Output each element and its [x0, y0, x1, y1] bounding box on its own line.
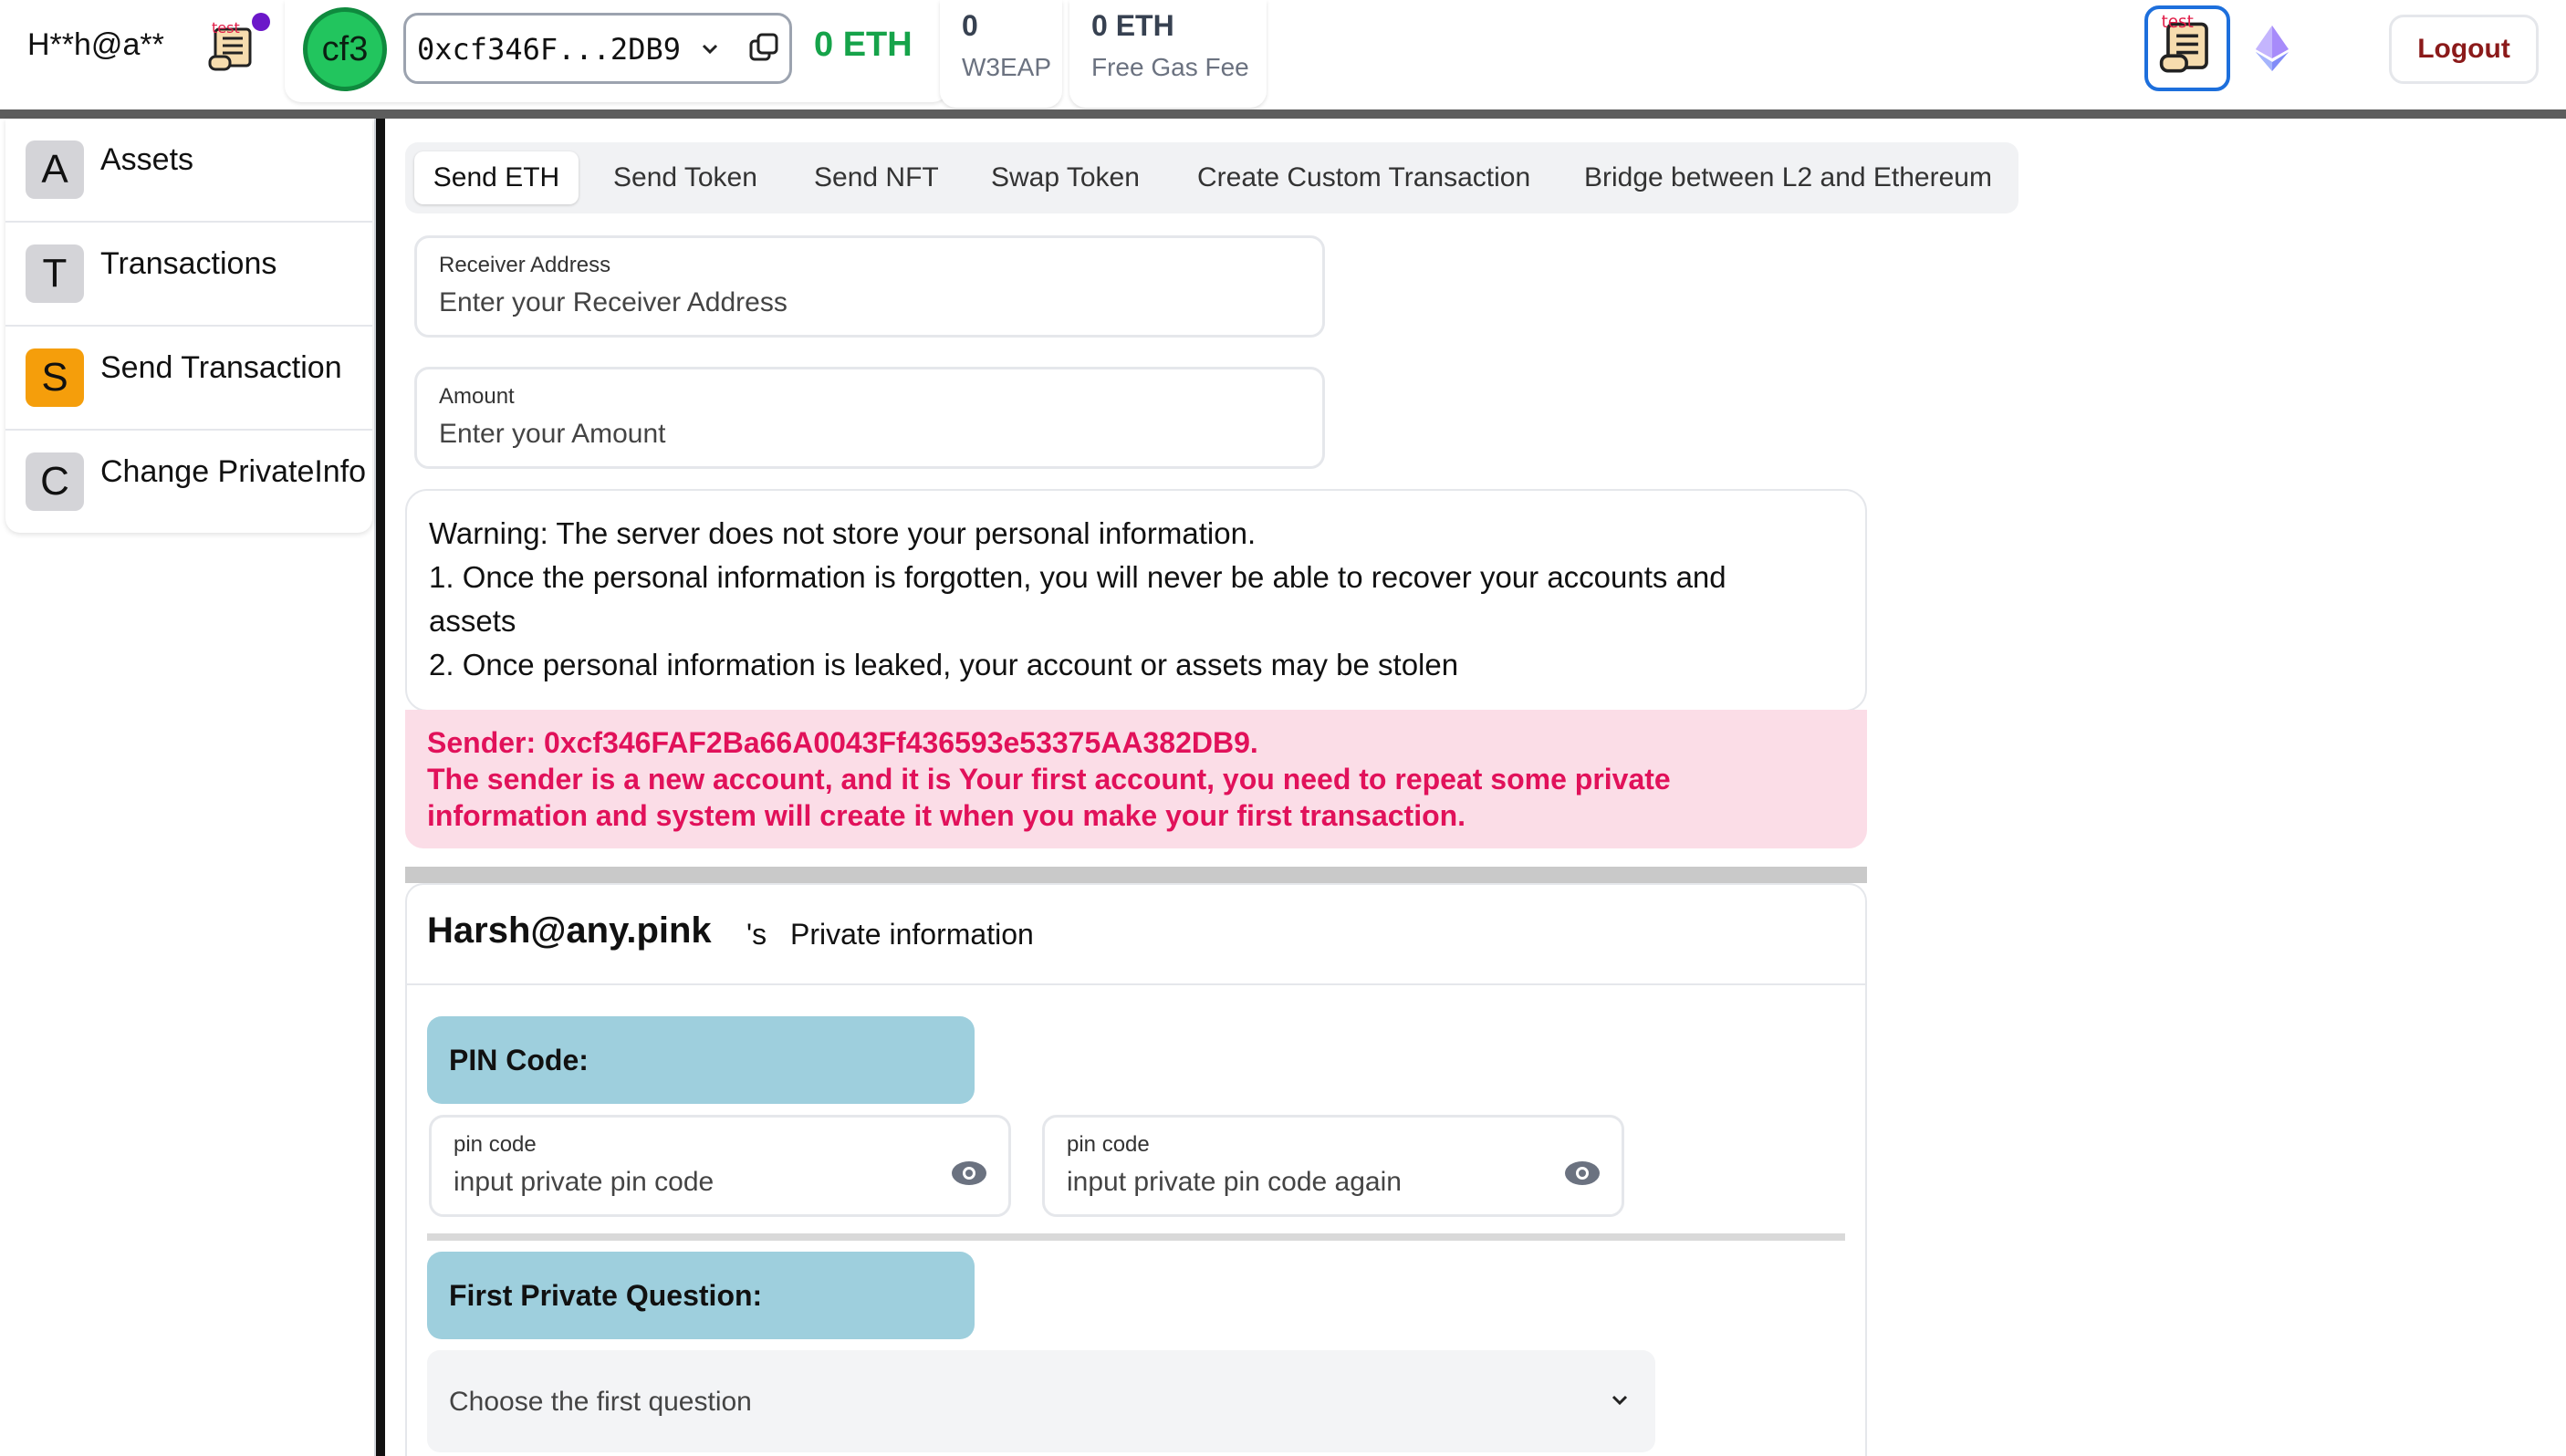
first-question-heading: First Private Question:: [449, 1279, 763, 1312]
sidebar-item-assets[interactable]: A Assets: [5, 119, 372, 223]
first-question-select[interactable]: Choose the first question: [427, 1350, 1655, 1452]
first-question-select-value: Choose the first question: [449, 1387, 752, 1417]
private-info-email: Harsh@any.pink: [427, 910, 712, 951]
transaction-tabs: Send ETH Send Token Send NFT Swap Token …: [405, 142, 2018, 213]
eye-icon[interactable]: [950, 1160, 988, 1187]
stat-value: 0: [962, 9, 978, 42]
pin-section-divider: [427, 1233, 1845, 1241]
warning-card: Warning: The server does not store your …: [405, 489, 1867, 712]
amount-field[interactable]: Amount Enter your Amount: [414, 367, 1325, 469]
stat-label: Free Gas Fee: [1091, 53, 1249, 81]
scroll-button[interactable]: test: [2144, 5, 2230, 91]
pin-code-label: pin code: [454, 1132, 537, 1157]
tab-send-eth[interactable]: Send ETH: [414, 151, 579, 204]
tab-bridge-l2-ethereum[interactable]: Bridge between L2 and Ethereum: [1584, 151, 1992, 204]
alert-line: The sender is a new account, and it is Y…: [427, 763, 1671, 796]
private-info-apostrophe: 's: [746, 918, 767, 951]
assets-letter-icon: A: [26, 140, 84, 199]
private-info-header: Harsh@any.pink 's Private information: [407, 885, 1865, 985]
receiver-address-input[interactable]: Enter your Receiver Address: [439, 287, 788, 318]
pin-code-input[interactable]: input private pin code: [454, 1167, 714, 1198]
account-avatar[interactable]: cf3: [303, 7, 387, 91]
warning-line: Warning: The server does not store your …: [429, 516, 1257, 550]
address-selector[interactable]: 0xcf346F...2DB9: [403, 13, 792, 84]
pin-code-field[interactable]: pin code input private pin code: [429, 1115, 1011, 1217]
pin-code-confirm-field[interactable]: pin code input private pin code again: [1042, 1115, 1624, 1217]
sidebar-item-label: Change PrivateInfo: [100, 454, 367, 489]
stat-label: W3EAP: [962, 53, 1052, 81]
private-info-title: Private information: [790, 918, 1034, 951]
warning-line: 1. Once the personal information is forg…: [429, 560, 1726, 594]
logout-label: Logout: [2417, 34, 2510, 64]
sidebar-item-label: Assets: [100, 142, 194, 177]
alert-sender: Sender: 0xcf346FAF2Ba66A0043Ff436593e533…: [427, 726, 1258, 759]
section-divider: [405, 867, 1867, 883]
scroll-icon-text: test: [212, 20, 240, 36]
avatar-text: cf3: [321, 29, 369, 68]
send-transaction-letter-icon: S: [26, 348, 84, 407]
pin-code-heading: PIN Code:: [449, 1044, 589, 1076]
tab-create-custom-transaction[interactable]: Create Custom Transaction: [1197, 151, 1530, 204]
scroll-icon-text: test: [2162, 13, 2194, 32]
transactions-letter-icon: T: [26, 244, 84, 303]
header-divider: [0, 109, 2566, 119]
sidebar: A Assets T Transactions S Send Transacti…: [0, 119, 376, 1456]
pin-code-section: PIN Code:: [427, 1016, 975, 1104]
sidebar-item-send-transaction[interactable]: S Send Transaction: [5, 327, 372, 431]
notification-dot: [252, 13, 270, 31]
pin-code-confirm-label: pin code: [1067, 1132, 1150, 1157]
user-email-masked: H**h@a**: [27, 27, 164, 62]
address-text: 0xcf346F...2DB9: [417, 32, 681, 67]
top-header: H**h@a** test cf3 0xcf346F...2DB9 0 ETH …: [0, 0, 2566, 109]
change-privateinfo-letter-icon: C: [26, 452, 84, 511]
sidebar-item-change-privateinfo[interactable]: C Change PrivateInfo: [5, 431, 372, 535]
first-question-section: First Private Question:: [427, 1252, 975, 1339]
sidebar-item-transactions[interactable]: T Transactions: [5, 223, 372, 327]
receiver-address-label: Receiver Address: [439, 253, 611, 277]
gas-fee-stat: 0 ETH Free Gas Fee: [1069, 0, 1267, 108]
logout-button[interactable]: Logout: [2389, 15, 2539, 84]
tab-send-nft[interactable]: Send NFT: [814, 151, 939, 204]
receiver-address-field[interactable]: Receiver Address Enter your Receiver Add…: [414, 235, 1325, 338]
sidebar-item-label: Transactions: [100, 246, 277, 281]
content-border: [376, 119, 385, 1456]
eye-icon[interactable]: [1563, 1160, 1601, 1187]
w3eap-stat: 0 W3EAP: [940, 0, 1062, 108]
stat-value: 0 ETH: [1091, 9, 1174, 42]
chevron-down-icon: [1612, 1395, 1628, 1406]
chevron-down-icon: [702, 44, 718, 55]
new-account-alert: Sender: 0xcf346FAF2Ba66A0043Ff436593e533…: [405, 710, 1867, 848]
private-info-card: Harsh@any.pink 's Private information PI…: [405, 883, 1867, 1456]
ethereum-icon[interactable]: [2254, 24, 2290, 73]
amount-input[interactable]: Enter your Amount: [439, 419, 665, 450]
pin-code-confirm-input[interactable]: input private pin code again: [1067, 1167, 1402, 1198]
warning-line: assets: [429, 604, 516, 638]
eth-balance: 0 ETH: [814, 26, 913, 64]
scroll-icon: test: [2159, 13, 2208, 73]
tab-send-token[interactable]: Send Token: [613, 151, 757, 204]
amount-label: Amount: [439, 384, 515, 409]
tab-swap-token[interactable]: Swap Token: [991, 151, 1140, 204]
copy-icon[interactable]: [746, 30, 782, 67]
warning-line: 2. Once personal information is leaked, …: [429, 648, 1459, 681]
alert-line: information and system will create it wh…: [427, 799, 1466, 832]
sidebar-item-label: Send Transaction: [100, 350, 342, 385]
